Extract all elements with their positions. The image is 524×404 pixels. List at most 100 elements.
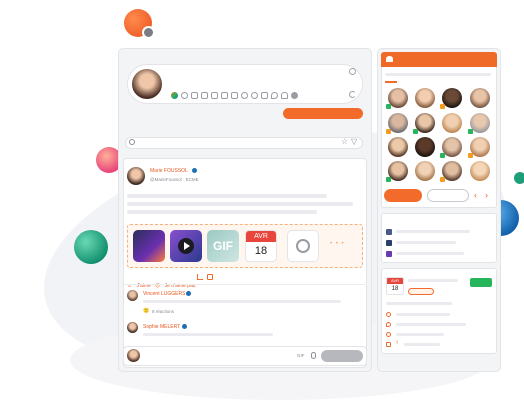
clock-icon bbox=[386, 312, 391, 317]
mention-icon[interactable] bbox=[181, 92, 188, 99]
member-avatar[interactable] bbox=[442, 88, 462, 108]
post-author-handle: @MarieFoussol · ECME bbox=[150, 177, 199, 182]
search-input[interactable] bbox=[125, 137, 363, 149]
comment-author[interactable]: Vincent LUGGERS bbox=[143, 291, 185, 297]
attachment-icon[interactable] bbox=[311, 352, 316, 359]
chevron-right-icon[interactable]: › bbox=[485, 189, 488, 202]
teal-orb bbox=[74, 230, 108, 264]
verified-badge-icon bbox=[186, 291, 191, 296]
event-desc-line bbox=[386, 302, 452, 305]
more-attachments[interactable]: • • • bbox=[330, 241, 345, 247]
chart-icon bbox=[296, 239, 310, 253]
post-text-line bbox=[127, 210, 317, 214]
event-detail-line bbox=[396, 313, 450, 316]
member-avatar[interactable] bbox=[442, 161, 462, 181]
event-detail-line bbox=[396, 333, 444, 336]
link-item[interactable] bbox=[386, 229, 392, 235]
file-icon[interactable] bbox=[211, 92, 218, 99]
gif-button[interactable]: GIF bbox=[297, 353, 305, 358]
member-avatar[interactable] bbox=[388, 88, 408, 108]
comment-author[interactable]: Sophie MELERT bbox=[143, 324, 180, 330]
event-title-line bbox=[408, 279, 458, 282]
video-icon[interactable] bbox=[241, 92, 248, 99]
chevron-left-icon[interactable]: ‹ bbox=[474, 189, 477, 202]
hashtag-icon[interactable] bbox=[191, 92, 198, 99]
link-icon[interactable] bbox=[251, 92, 258, 99]
dislike-button[interactable]: ☹ Je n'aime pas bbox=[155, 274, 195, 292]
members-subtitle bbox=[385, 73, 491, 76]
emoji-reaction-icon: 🙂 bbox=[143, 308, 150, 314]
status-online-icon bbox=[386, 104, 391, 109]
member-avatar[interactable] bbox=[470, 137, 490, 157]
post-text-line bbox=[127, 194, 327, 198]
verified-badge-icon bbox=[182, 324, 187, 329]
megaphone-icon[interactable] bbox=[261, 92, 268, 99]
member-avatar[interactable] bbox=[415, 113, 435, 133]
color-palette-icon[interactable] bbox=[171, 92, 178, 99]
member-avatar[interactable] bbox=[470, 88, 490, 108]
comment-text-line bbox=[143, 300, 341, 303]
member-avatar[interactable] bbox=[388, 137, 408, 157]
share-icon[interactable] bbox=[207, 274, 213, 280]
calendar-day: 18 bbox=[391, 286, 399, 292]
link-item-label bbox=[396, 230, 470, 233]
post-author-avatar bbox=[127, 167, 145, 185]
image-icon[interactable] bbox=[201, 92, 208, 99]
location-icon[interactable] bbox=[271, 92, 278, 99]
gif-label: GIF bbox=[213, 239, 233, 253]
links-widget bbox=[381, 213, 497, 263]
send-button[interactable] bbox=[321, 350, 363, 362]
status-away-icon bbox=[440, 104, 445, 109]
calendar-icon[interactable] bbox=[221, 92, 228, 99]
bell-icon[interactable] bbox=[281, 92, 288, 99]
status-away-icon bbox=[386, 129, 391, 134]
event-participate-button[interactable] bbox=[470, 278, 492, 287]
member-avatar[interactable] bbox=[470, 113, 490, 133]
link-item-label bbox=[396, 252, 464, 255]
info-icon bbox=[386, 332, 391, 337]
status-online-icon bbox=[468, 129, 473, 134]
link-item-label bbox=[396, 241, 456, 244]
filter-icon[interactable]: ▽ bbox=[351, 137, 357, 147]
team-badge-icon bbox=[142, 26, 155, 39]
status-online-icon bbox=[413, 129, 418, 134]
poll-icon[interactable] bbox=[231, 92, 238, 99]
event-detail-line bbox=[396, 323, 466, 326]
smiley-icon[interactable] bbox=[349, 68, 356, 75]
comment-text-line bbox=[143, 333, 273, 336]
member-avatar[interactable] bbox=[415, 137, 435, 157]
post-author-name[interactable]: Marie FOUSSOL bbox=[150, 168, 188, 174]
status-away-icon bbox=[440, 177, 445, 182]
member-avatar[interactable] bbox=[415, 161, 435, 181]
link-item[interactable] bbox=[386, 251, 392, 257]
status-away-icon bbox=[468, 153, 473, 158]
member-avatar[interactable] bbox=[415, 88, 435, 108]
app-thumbnail[interactable] bbox=[133, 230, 165, 262]
member-avatar[interactable] bbox=[442, 113, 462, 133]
stats-icon[interactable] bbox=[197, 274, 203, 280]
event-calendar-card[interactable]: AVR 18 bbox=[386, 277, 404, 295]
phone-icon bbox=[386, 342, 391, 347]
comment-reactions-count[interactable]: 8 réactions bbox=[152, 309, 174, 314]
member-avatar[interactable] bbox=[388, 113, 408, 133]
member-avatar[interactable] bbox=[442, 137, 462, 157]
add-icon[interactable] bbox=[291, 92, 298, 99]
publish-button[interactable] bbox=[283, 108, 363, 119]
star-icon[interactable]: ☆ bbox=[341, 137, 348, 147]
member-avatar[interactable] bbox=[470, 161, 490, 181]
member-avatar[interactable] bbox=[388, 161, 408, 181]
search-icon bbox=[129, 139, 135, 145]
comment-avatar bbox=[127, 322, 138, 333]
refresh-icon[interactable] bbox=[349, 91, 356, 98]
composer-user-avatar bbox=[127, 349, 140, 362]
calendar-day: 18 bbox=[254, 245, 268, 257]
event-detail-line bbox=[404, 343, 440, 346]
chevron-left-icon[interactable]: ‹ bbox=[396, 339, 398, 346]
verified-badge-icon bbox=[192, 168, 197, 173]
comment-avatar bbox=[127, 290, 138, 301]
link-item[interactable] bbox=[386, 240, 392, 246]
event-tag[interactable] bbox=[408, 288, 434, 295]
members-primary-button[interactable] bbox=[384, 189, 422, 202]
event-date-card[interactable]: AVR 18 bbox=[245, 230, 277, 262]
members-secondary-button[interactable] bbox=[427, 189, 469, 202]
